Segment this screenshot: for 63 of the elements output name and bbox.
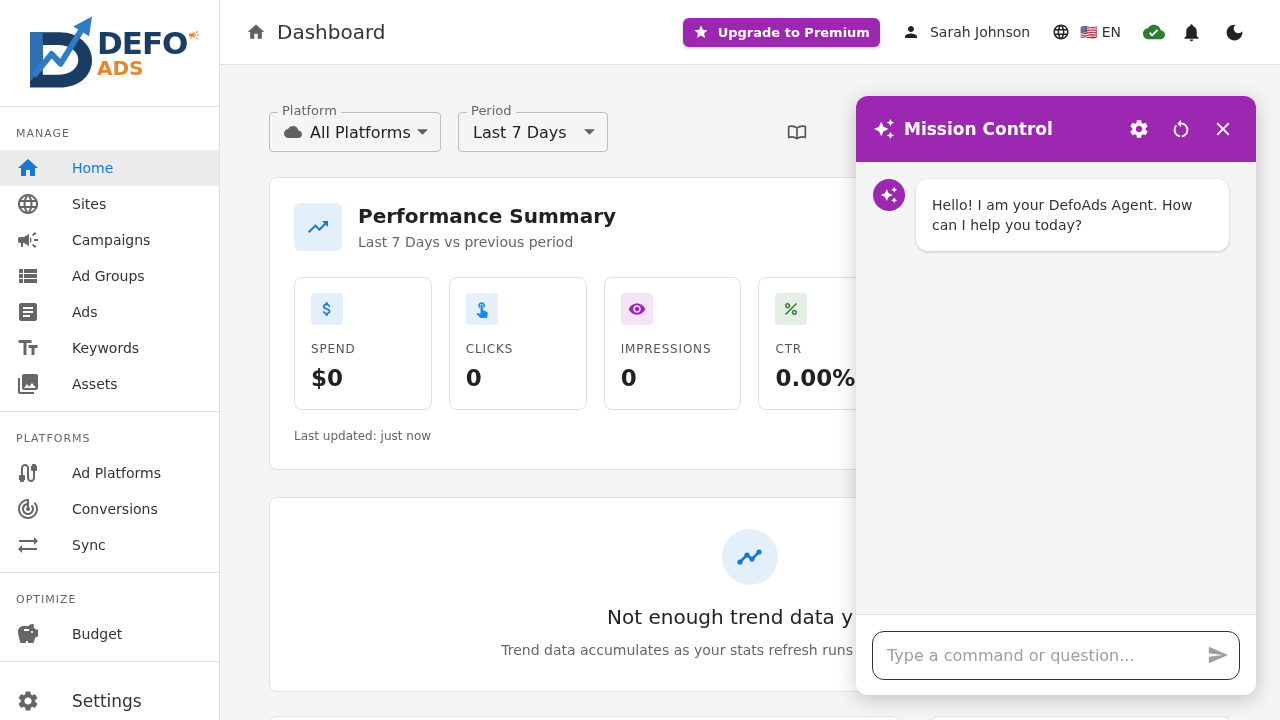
dollar-icon <box>311 293 343 325</box>
settings-icon[interactable] <box>1128 118 1150 140</box>
cloud-icon <box>284 123 302 141</box>
page-title: Dashboard <box>277 20 386 44</box>
nav-item[interactable]: Home <box>0 150 219 186</box>
nav-item[interactable]: Sites <box>0 186 219 222</box>
assistant-avatar-icon <box>873 179 905 211</box>
user-menu-button[interactable]: Sarah Johnson <box>901 18 1031 46</box>
nav-item[interactable]: Conversions <box>0 491 219 527</box>
target-icon <box>16 497 40 521</box>
upgrade-button[interactable]: Upgrade to Premium <box>682 17 880 47</box>
stat-label: CTR <box>775 341 802 357</box>
eye-icon <box>620 293 653 325</box>
nav-item[interactable]: Campaigns <box>0 222 219 258</box>
logo-text: DEFO <box>97 28 188 58</box>
stat-label: CLICKS <box>465 341 514 357</box>
stat-value: 0 <box>620 364 637 392</box>
nav-item[interactable]: Ad Groups <box>0 258 219 294</box>
sparkle-icon <box>873 118 895 140</box>
nav-item[interactable]: Ads <box>0 294 219 330</box>
caret-icon <box>417 129 428 135</box>
card-subtitle: Last 7 Days vs previous period <box>358 233 575 251</box>
logo-icon <box>30 16 93 88</box>
megaphone-icon <box>188 29 201 41</box>
percent-icon <box>775 293 808 325</box>
caret-icon <box>584 129 595 135</box>
send-icon[interactable] <box>1207 644 1229 666</box>
nav-item[interactable]: Budget <box>0 616 219 652</box>
nav-item[interactable]: Keywords <box>0 330 219 366</box>
plug-cable-icon <box>16 461 40 485</box>
stat-value: 0.00% <box>775 364 856 392</box>
card-title: Performance Summary <box>358 203 617 229</box>
last-updated-text: Last updated: just now <box>294 428 432 444</box>
stat-label: IMPRESSIONS <box>620 341 712 357</box>
stat-value: $0 <box>311 364 343 392</box>
nav-item[interactable]: Ad Platforms <box>0 455 219 491</box>
language-button[interactable]: 🇺🇸 EN <box>1052 18 1121 46</box>
book-icon[interactable] <box>787 122 807 142</box>
panel-title: Mission Control <box>904 119 1053 139</box>
nav-item[interactable]: Sync <box>0 527 219 563</box>
document-icon <box>16 300 40 324</box>
nav-item[interactable]: Assets <box>0 366 219 402</box>
home-icon <box>246 22 266 42</box>
photos-icon <box>16 372 40 396</box>
globe-icon <box>1052 23 1071 41</box>
settings-icon <box>16 689 40 713</box>
stat-value: 0 <box>465 364 482 392</box>
empty-state-text: Trend data accumulates as your stats refresh runs <box>501 641 853 660</box>
section-heading: OPTIMIZE <box>15 592 78 608</box>
stat-label: SPEND <box>311 341 356 357</box>
nav-item[interactable]: Settings <box>0 683 219 719</box>
globe-icon <box>16 192 40 216</box>
logo-text: ADS <box>97 58 145 78</box>
piggy-bank-icon <box>16 622 40 646</box>
trending-up-icon <box>294 203 342 251</box>
empty-state-title: Not enough trend data y <box>607 604 853 630</box>
section-heading: PLATFORMS <box>15 431 92 447</box>
section-heading: MANAGE <box>15 126 72 142</box>
star-icon <box>692 24 709 40</box>
chat-message: Hello! I am your DefoAds Agent. How can I help you today? <box>916 179 1229 251</box>
hand-pointer-icon <box>465 293 498 325</box>
line-chart-icon <box>722 529 778 585</box>
chat-input-field[interactable]: Type a command or question... <box>872 631 1240 680</box>
